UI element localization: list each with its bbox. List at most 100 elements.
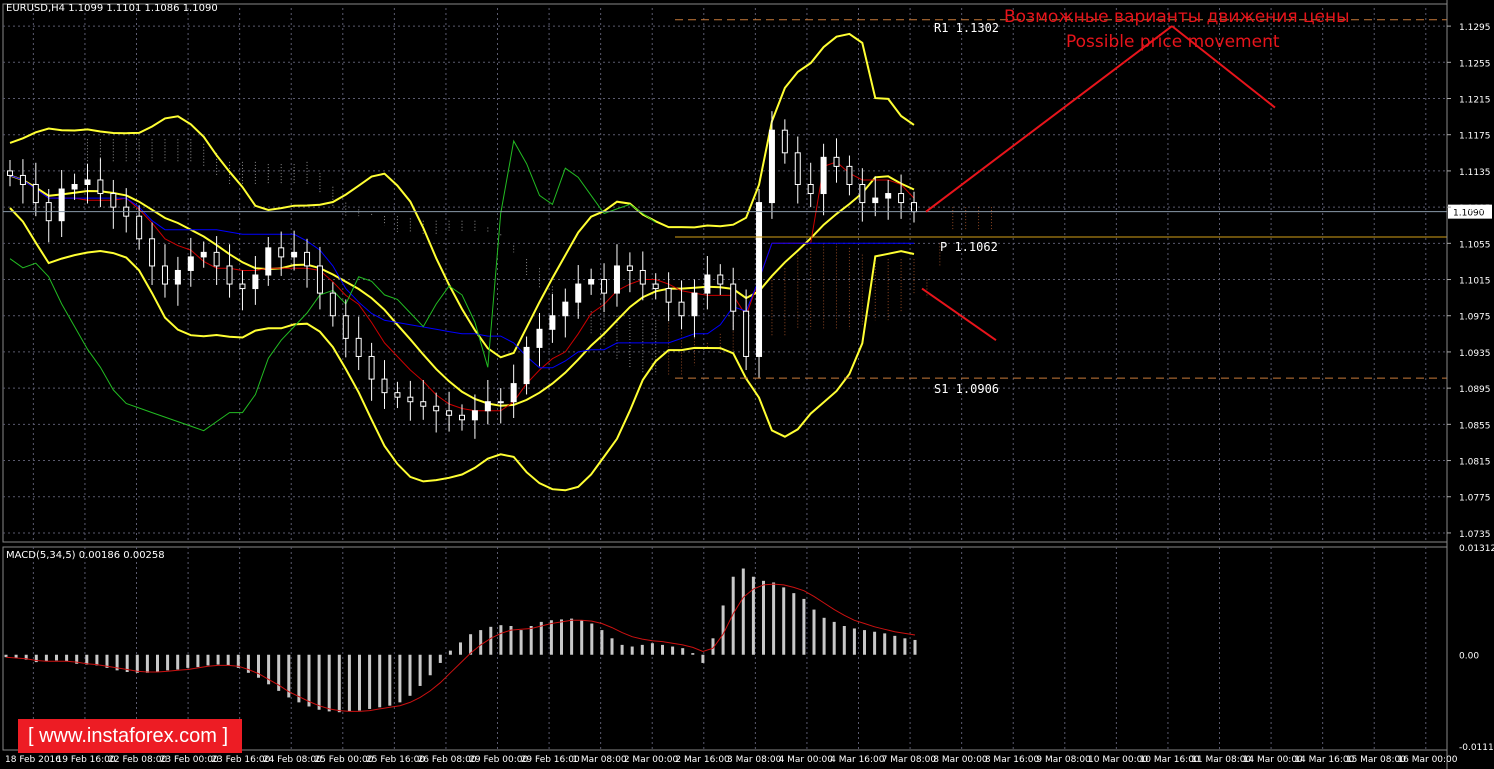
candle-body (149, 238, 156, 267)
macd-bar (883, 633, 887, 655)
candle-body (136, 215, 143, 240)
forecast-arrows (921, 25, 1276, 341)
price-tick-label: 1.1015 (1459, 277, 1491, 287)
candle-body (575, 283, 582, 303)
macd-bar (489, 626, 493, 655)
kijun-line (9, 174, 914, 369)
price-tick-label: 1.0775 (1459, 494, 1491, 504)
macd-bar (792, 593, 796, 655)
macd-bar (145, 654, 149, 673)
candle-body (911, 202, 917, 213)
candle-body (252, 274, 259, 290)
macd-bar (529, 625, 533, 655)
macd-bar (368, 654, 372, 709)
candle-body (665, 288, 672, 303)
macd-bar (499, 625, 503, 655)
candle-body (626, 265, 633, 271)
time-tick-label: 23 Feb 16:00 (211, 755, 270, 765)
macd-bar (176, 654, 180, 670)
candle-body (433, 405, 440, 412)
price-tick-label: 1.0975 (1459, 313, 1491, 323)
macd-bar (580, 620, 584, 655)
macd-bar (640, 644, 644, 655)
bollinger-middle-band (9, 174, 915, 407)
candle-body (174, 269, 181, 285)
candle-body (523, 346, 530, 385)
candle-body (510, 383, 517, 403)
candle-body (381, 378, 388, 394)
candlesticks (7, 111, 917, 439)
candle-body (200, 251, 207, 258)
candle-body (678, 301, 685, 317)
macd-bar (812, 609, 816, 655)
time-tick-label: 24 Feb 08:00 (263, 755, 322, 765)
time-tick-label: 18 Feb 2016 (5, 755, 61, 765)
candle-body (110, 193, 117, 208)
price-tick-label: 1.1175 (1459, 132, 1491, 142)
price-tick-label: 1.0895 (1459, 385, 1491, 395)
macd-bar (842, 625, 846, 655)
candle-body (459, 414, 465, 421)
candle-body (278, 247, 285, 258)
macd-bar (873, 631, 877, 655)
time-tick-label: 8 Mar 00:00 (933, 755, 988, 765)
candle-body (781, 129, 788, 154)
candle-body (471, 410, 478, 421)
time-tick-label: 29 Feb 16:00 (521, 755, 580, 765)
macd-bar (661, 644, 664, 655)
macd-bar (600, 630, 604, 655)
macd-bar (721, 605, 725, 655)
macd-bar (317, 654, 321, 710)
macd-bar (186, 654, 190, 668)
time-tick-label: 23 Feb 00:00 (160, 755, 219, 765)
time-tick-label: 2 Mar 16:00 (675, 755, 730, 765)
price-tick-label: 1.0935 (1459, 349, 1491, 359)
macd-bar (549, 620, 553, 655)
instaforex-watermark[interactable]: [ www.instaforex.com ] (18, 719, 242, 753)
macd-bar (216, 654, 220, 665)
macd-bar (782, 587, 786, 655)
candle-body (420, 401, 427, 407)
price-tick-label: 1.0815 (1459, 458, 1491, 468)
macd-bar (650, 643, 654, 655)
forecast-title-en: Possible price movement (1066, 32, 1280, 52)
macd-bar (863, 630, 866, 655)
macd-bar (741, 568, 745, 655)
time-tick-label: 4 Mar 00:00 (779, 755, 834, 765)
candle-body (820, 156, 827, 195)
s1-label: S1 1.0906 (934, 382, 1000, 396)
candle-body (588, 279, 595, 285)
macd-bar (772, 582, 776, 655)
candle-body (717, 274, 724, 285)
bollinger-lower-band (9, 207, 915, 492)
macd-bar (570, 618, 574, 655)
price-tick-label: 1.1215 (1459, 96, 1491, 106)
macd-bar (418, 654, 422, 686)
candle-body (329, 292, 336, 317)
candle-body (859, 183, 866, 204)
price-tick-label: 1.1135 (1459, 168, 1491, 178)
macd-bar (822, 617, 826, 655)
forecast-up-arrow (925, 25, 1173, 213)
candle-body (71, 183, 78, 190)
time-tick-label: 16 Mar 00:00 (1397, 755, 1457, 765)
macd-bar (337, 654, 341, 713)
macd-bar (226, 654, 230, 666)
candle-body (691, 292, 698, 317)
macd-bar (378, 654, 382, 708)
price-chart[interactable]: 1.1090 1.12951.12551.12151.11751.11351.1… (0, 0, 1494, 769)
tenkan-line (9, 161, 915, 412)
candle-body (19, 174, 26, 185)
price-panel-frame (2, 3, 1448, 543)
macd-bar (297, 654, 301, 703)
candle-body (743, 310, 750, 357)
macd-bar (802, 598, 806, 655)
macd-bar (762, 580, 765, 655)
candle-body (497, 401, 504, 404)
macd-indicator-label: MACD(5,34,5) 0.00186 0.00258 (6, 550, 165, 561)
macd-bar (95, 654, 99, 666)
candle-body (58, 188, 65, 222)
candle-body (342, 315, 349, 339)
time-tick-label: 8 Mar 16:00 (985, 755, 1040, 765)
candle-body (7, 170, 13, 176)
